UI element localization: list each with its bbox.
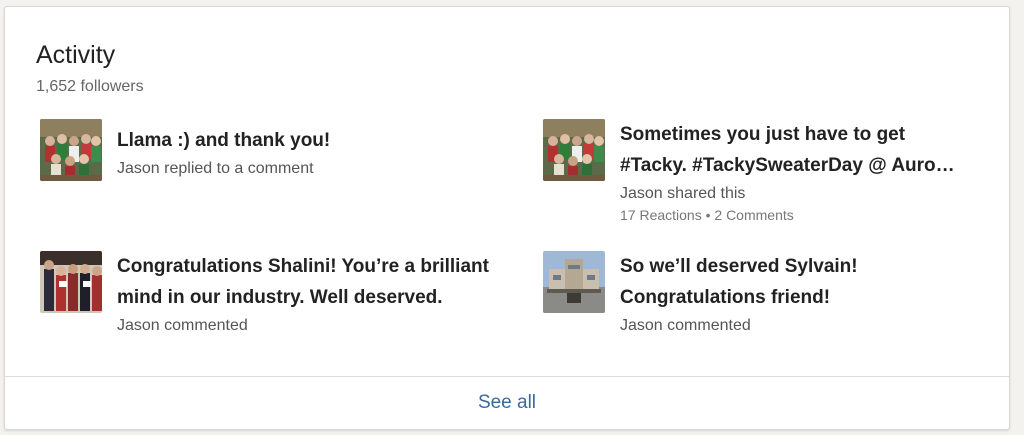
- group-photo-icon[interactable]: [543, 119, 605, 181]
- activity-subtitle: Jason commented: [117, 317, 248, 334]
- activity-headline[interactable]: Llama :) and thank you!: [117, 125, 477, 156]
- award-photo-icon[interactable]: [40, 251, 102, 313]
- activity-headline[interactable]: So we’ll deserved Sylvain!: [620, 251, 980, 282]
- card-footer: See all: [5, 376, 1009, 429]
- followers-count: 1,652 followers: [36, 78, 144, 95]
- reactions-comments-count[interactable]: 17 Reactions • 2 Comments: [620, 205, 980, 225]
- activity-headline-line2[interactable]: #Tacky. #TackySweaterDay @ Auro…: [620, 150, 980, 181]
- activity-headline[interactable]: Sometimes you just have to get: [620, 119, 980, 150]
- section-title: Activity: [36, 41, 116, 69]
- group-photo-icon[interactable]: [40, 119, 102, 181]
- activity-item-4[interactable]: So we’ll deserved Sylvain! Congratulatio…: [543, 251, 983, 343]
- activity-subtitle: Jason commented: [620, 317, 751, 334]
- see-all-link[interactable]: See all: [478, 392, 536, 414]
- activity-headline-line2[interactable]: mind in our industry. Well deserved.: [117, 282, 517, 313]
- activity-card: Activity 1,652 followers Llama :) and th…: [4, 6, 1010, 430]
- activity-item-2[interactable]: Sometimes you just have to get #Tacky. #…: [543, 119, 983, 229]
- activity-headline[interactable]: Congratulations Shalini! You’re a brilli…: [117, 251, 517, 282]
- activity-subtitle: Jason replied to a comment: [117, 160, 314, 177]
- activity-item-3[interactable]: Congratulations Shalini! You’re a brilli…: [40, 251, 520, 343]
- building-photo-icon[interactable]: [543, 251, 605, 313]
- activity-headline-line2[interactable]: Congratulations friend!: [620, 282, 980, 313]
- activity-subtitle: Jason shared this: [620, 185, 746, 202]
- activity-item-1[interactable]: Llama :) and thank you! Jason replied to…: [40, 119, 480, 189]
